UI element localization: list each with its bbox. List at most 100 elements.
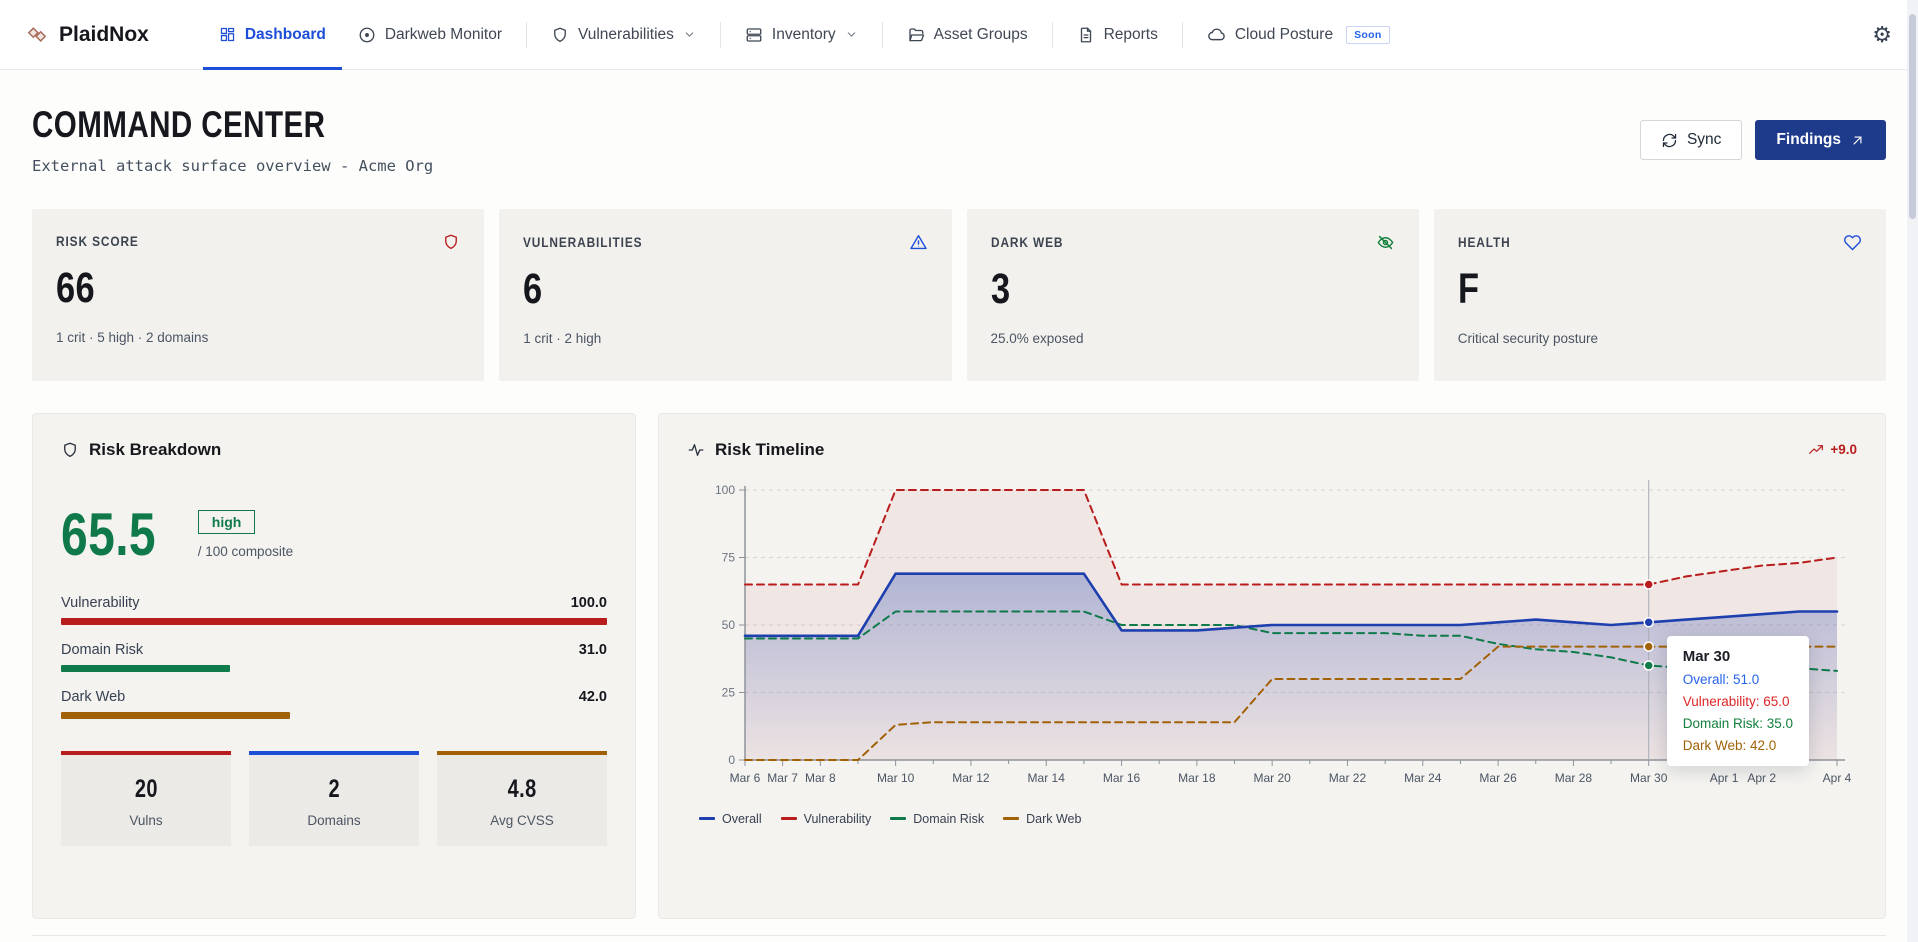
gear-icon[interactable]: ⚙ [1872, 24, 1892, 46]
nav-item-darkweb-monitor[interactable]: Darkweb Monitor [342, 0, 518, 70]
alert-triangle-icon [909, 233, 928, 252]
risk-bar-label: Vulnerability [61, 595, 139, 611]
tooltip-row-vulnerability: Vulnerability: 65.0 [1683, 694, 1793, 709]
nav-item-label: Dashboard [245, 26, 326, 44]
nav-item-reports[interactable]: Reports [1061, 0, 1174, 70]
brand: PlaidNox [26, 23, 149, 47]
stat-card-label: HEALTH [1458, 235, 1511, 250]
nav-item-label: Reports [1104, 26, 1158, 44]
page-subtitle: External attack surface overview - Acme … [32, 157, 433, 175]
findings-button-label: Findings [1776, 131, 1841, 149]
risk-timeline-panel: Risk Timeline +9.0 0255075100Mar 6Mar 7M… [658, 413, 1886, 919]
nav-item-cloud-posture[interactable]: Cloud PostureSoon [1191, 0, 1406, 70]
page-title: COMMAND CENTER [32, 106, 325, 145]
risk-timeline-chart[interactable]: 0255075100Mar 6Mar 7Mar 8Mar 10Mar 12Mar… [687, 468, 1857, 798]
nav-item-asset-groups[interactable]: Asset Groups [891, 0, 1044, 70]
svg-text:50: 50 [722, 618, 736, 632]
nav-divider [526, 22, 527, 48]
nav-item-dashboard[interactable]: Dashboard [203, 0, 342, 70]
folder-icon [907, 26, 925, 44]
risk-bar-value: 31.0 [579, 642, 607, 658]
risk-timeline-title: Risk Timeline [715, 440, 824, 460]
legend-item-dark-web[interactable]: Dark Web [1003, 812, 1081, 826]
svg-text:75: 75 [722, 550, 736, 564]
dashboard-icon [219, 26, 236, 43]
risk-bar-domain-risk: Domain Risk 31.0 [61, 642, 607, 672]
svg-text:Mar 18: Mar 18 [1178, 771, 1216, 785]
legend-item-overall[interactable]: Overall [699, 812, 762, 826]
svg-text:Mar 7: Mar 7 [767, 771, 798, 785]
svg-text:Mar 24: Mar 24 [1404, 771, 1442, 785]
shield-icon [61, 441, 79, 459]
mini-stat-value: 20 [134, 775, 157, 804]
svg-text:Mar 12: Mar 12 [952, 771, 990, 785]
activity-icon [687, 441, 705, 459]
top-nav: PlaidNox Dashboard Darkweb Monitor Vulnera… [0, 0, 1918, 70]
risk-bar-fill [61, 665, 230, 672]
legend-label: Domain Risk [913, 812, 984, 826]
scrollbar-track[interactable] [1907, 0, 1918, 942]
mini-stat-label: Avg CVSS [437, 813, 607, 828]
risk-bar-value: 42.0 [579, 689, 607, 705]
svg-text:Mar 30: Mar 30 [1630, 771, 1668, 785]
eye-off-icon [1376, 233, 1395, 252]
scrollbar-thumb[interactable] [1909, 14, 1916, 219]
composite-caption: / 100 composite [198, 544, 293, 559]
stat-cards: RISK SCORE 66 1 crit · 5 high · 2 domain… [32, 209, 1886, 381]
nav-item-label: Vulnerabilities [578, 26, 674, 44]
shield-icon [442, 233, 460, 251]
stat-card-subtext: 25.0% exposed [991, 331, 1395, 346]
arrow-up-right-icon [1850, 133, 1865, 148]
stat-card-value: 66 [56, 264, 95, 313]
nav-item-vulnerabilities[interactable]: Vulnerabilities [535, 0, 712, 70]
chevron-down-icon [845, 28, 858, 41]
stat-card-risk-score[interactable]: RISK SCORE 66 1 crit · 5 high · 2 domain… [32, 209, 484, 381]
svg-text:Mar 14: Mar 14 [1028, 771, 1066, 785]
stat-card-subtext: 1 crit · 5 high · 2 domains [56, 330, 460, 345]
mini-stat-vulns: 20 Vulns [61, 751, 231, 846]
stat-card-dark-web[interactable]: DARK WEB 3 25.0% exposed [967, 209, 1419, 381]
svg-text:Apr 1: Apr 1 [1710, 771, 1739, 785]
file-icon [1077, 26, 1095, 44]
trending-up-icon [1808, 442, 1824, 458]
tooltip-row-domain-risk: Domain Risk: 35.0 [1683, 716, 1793, 731]
sync-button-label: Sync [1687, 131, 1721, 149]
chevron-down-icon [683, 28, 696, 41]
stat-card-subtext: 1 crit · 2 high [523, 331, 927, 346]
stat-card-vulnerabilities[interactable]: VULNERABILITIES 6 1 crit · 2 high [499, 209, 951, 381]
svg-text:100: 100 [715, 483, 735, 497]
legend-swatch [781, 817, 797, 820]
legend-item-domain-risk[interactable]: Domain Risk [890, 812, 984, 826]
sync-button[interactable]: Sync [1640, 120, 1742, 160]
section-divider [32, 935, 1886, 936]
svg-text:Mar 16: Mar 16 [1103, 771, 1141, 785]
nav-divider [882, 22, 883, 48]
svg-text:Apr 2: Apr 2 [1747, 771, 1776, 785]
mini-stat-value: 2 [328, 775, 340, 804]
legend-item-vulnerability[interactable]: Vulnerability [781, 812, 872, 826]
legend-swatch [699, 817, 715, 820]
nav-divider [1052, 22, 1053, 48]
risk-breakdown-panel: Risk Breakdown 65.5 high / 100 composite… [32, 413, 636, 919]
legend-label: Vulnerability [804, 812, 872, 826]
stat-card-label: VULNERABILITIES [523, 235, 642, 250]
nav-item-inventory[interactable]: Inventory [729, 0, 874, 70]
svg-text:Mar 22: Mar 22 [1329, 771, 1367, 785]
risk-bars: Vulnerability 100.0 Domain Risk 31.0 Dar… [61, 595, 607, 719]
mini-stat-value: 4.8 [507, 775, 536, 804]
cloud-icon [1207, 25, 1226, 44]
trend-delta: +9.0 [1808, 442, 1857, 458]
svg-text:Mar 20: Mar 20 [1253, 771, 1291, 785]
stat-card-subtext: Critical security posture [1458, 331, 1862, 346]
risk-breakdown-title: Risk Breakdown [89, 440, 221, 460]
nav-item-label: Darkweb Monitor [385, 26, 502, 44]
nav-divider [1182, 22, 1183, 48]
stat-card-health[interactable]: HEALTH F Critical security posture [1434, 209, 1886, 381]
trend-delta-value: +9.0 [1830, 442, 1857, 457]
findings-button[interactable]: Findings [1755, 120, 1886, 160]
stat-card-label: RISK SCORE [56, 234, 139, 249]
stat-card-value: F [1458, 265, 1479, 314]
logo-icon [26, 24, 48, 46]
tooltip-row-overall: Overall: 51.0 [1683, 672, 1793, 687]
legend-swatch [1003, 817, 1019, 820]
